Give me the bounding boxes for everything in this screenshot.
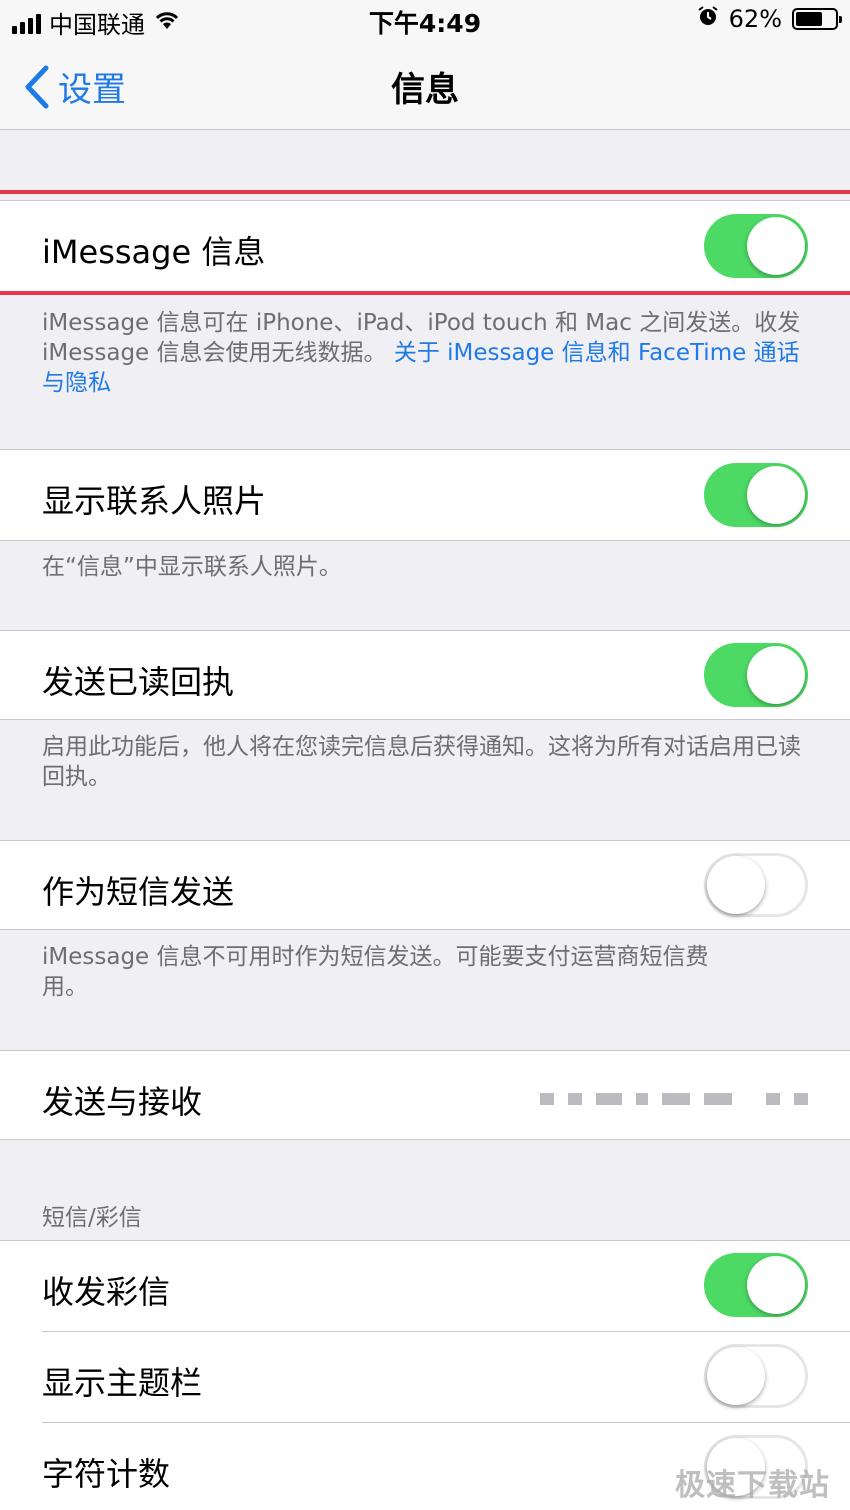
contact-photos-footer: 在“信息”中显示联系人照片。 [42,554,342,580]
watermark: 极速下载站 [675,1468,830,1503]
sms-mms-section-header: 短信/彩信 [42,1205,142,1231]
contact-photos-row[interactable]: 显示联系人照片 [0,449,850,541]
imessage-label: iMessage 信息 [42,233,266,271]
subject-field-toggle[interactable] [704,1344,808,1408]
imessage-footer: iMessage 信息可在 iPhone、iPad、iPod touch 和 M… [42,308,812,398]
read-receipts-footer: 启用此功能后，他人将在您读完信息后获得通知。这将为所有对话启用已读回执。 [42,734,801,790]
send-receive-label: 发送与接收 [42,1083,203,1121]
send-as-sms-label: 作为短信发送 [42,873,235,911]
alarm-icon [697,5,719,33]
highlight-line-bottom [0,291,850,295]
battery-percent: 62% [728,5,782,33]
send-as-sms-row[interactable]: 作为短信发送 [0,840,850,930]
contact-photos-label: 显示联系人照片 [42,482,267,520]
navigation-bar: 设置 信息 [0,40,850,130]
imessage-toggle[interactable] [704,214,808,278]
char-count-label: 字符计数 [42,1455,171,1493]
messages-settings-screen: 中国联通 下午4:49 62% 设置 信息 iMessage 信息 iMessa… [0,0,850,1510]
read-receipts-toggle[interactable] [704,643,808,707]
send-receive-value-redacted [540,1093,808,1105]
send-as-sms-footer: iMessage 信息不可用时作为短信发送。可能要支付运营商短信费用。 [42,944,709,1000]
read-receipts-row[interactable]: 发送已读回执 [0,630,850,720]
contact-photos-toggle[interactable] [704,463,808,527]
mms-label: 收发彩信 [42,1273,171,1311]
highlight-line-top [0,190,850,194]
send-receive-row[interactable]: 发送与接收 [0,1050,850,1140]
subject-field-row[interactable]: 显示主题栏 [0,1332,850,1422]
mms-toggle[interactable] [704,1253,808,1317]
read-receipts-label: 发送已读回执 [42,663,235,701]
subject-field-label: 显示主题栏 [42,1364,203,1402]
send-as-sms-toggle[interactable] [704,853,808,917]
status-bar: 中国联通 下午4:49 62% [0,0,850,40]
page-title: 信息 [391,70,459,110]
mms-row[interactable]: 收发彩信 [0,1241,850,1331]
imessage-row[interactable]: iMessage 信息 [0,200,850,292]
battery-icon [792,8,842,30]
status-right: 62% [697,5,842,33]
